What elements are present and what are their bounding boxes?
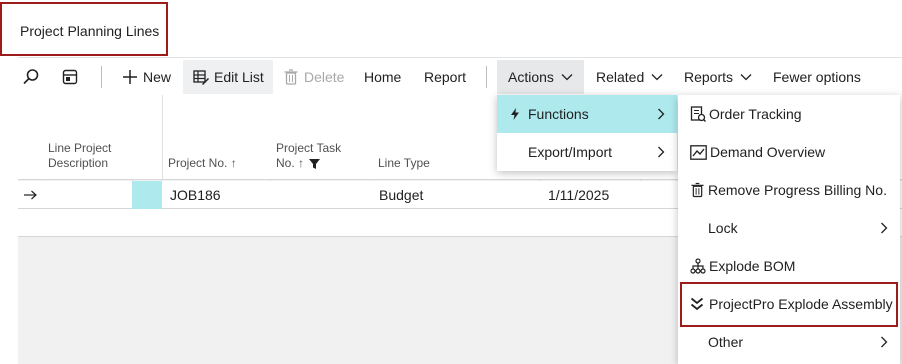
chevron-down-icon [651,74,663,81]
line-type-cell[interactable]: Budget [379,181,423,209]
menu-item-label: Order Tracking [709,106,802,122]
menu-item-label: Lock [708,220,738,236]
plus-icon [123,70,137,84]
chevron-right-icon [881,222,888,234]
page-title: Project Planning Lines [20,23,160,39]
menu-item-label: Explode BOM [709,258,796,274]
date-cell[interactable]: 1/11/2025 [548,181,609,209]
menu-item-label: Other [708,334,744,350]
chevron-down-icon [561,74,573,81]
column-header-project-no[interactable]: Project No. ↑ [168,156,237,171]
menu-item-label: Demand Overview [710,144,826,160]
order-tracking-icon [690,106,706,122]
delete-button[interactable]: Delete [284,60,344,94]
column-header-line-type[interactable]: Line Type [378,156,430,171]
search-icon [23,69,39,85]
related-label: Related [596,69,645,85]
edit-list-label: Edit List [214,69,264,85]
trash-icon [284,69,298,85]
menu-item-label: Remove Progress Billing No. [708,182,887,198]
toolbar-separator [486,66,487,88]
chevron-right-icon [881,336,888,348]
trash-icon [691,182,704,198]
project-no-cell[interactable]: JOB186 [170,181,221,209]
view-options-button[interactable] [62,60,86,94]
reports-button[interactable]: Reports [684,60,752,94]
menu-item-order-tracking[interactable]: Order Tracking [678,95,900,133]
highlight-box [680,282,898,327]
column-header-line-project-description[interactable]: Line Project Description [48,141,143,171]
actions-button[interactable]: Actions [497,60,584,94]
selected-cell[interactable] [132,181,162,209]
menu-item-lock[interactable]: Lock [678,209,900,247]
fewer-options-label: Fewer options [773,69,861,85]
chevron-right-icon [658,146,665,158]
lightning-icon [511,108,519,120]
related-button[interactable]: Related [596,60,663,94]
new-button[interactable]: New [122,60,171,94]
chevron-down-icon [740,74,752,81]
toolbar-separator [101,66,102,88]
action-bar: New Edit List Delete Home Report Actions… [18,60,902,94]
delete-label: Delete [304,69,345,85]
report-button[interactable]: Report [424,60,466,94]
actions-label: Actions [508,69,554,85]
fewer-options-button[interactable]: Fewer options [773,60,861,94]
column-header-project-task-no[interactable]: Project Task No. ↑ [276,141,356,171]
edit-list-button[interactable]: Edit List [183,60,273,94]
search-button[interactable] [22,60,46,94]
row-selected-arrow-icon [24,181,37,209]
home-label: Home [364,69,402,85]
reports-label: Reports [684,69,734,85]
home-button[interactable]: Home [364,60,401,94]
menu-item-demand-overview[interactable]: Demand Overview [678,133,900,171]
layout-icon [62,69,78,85]
menu-item-export-import[interactable]: Export/Import [497,133,677,171]
chart-icon [690,144,707,160]
new-label: New [143,69,172,85]
menu-item-label: Functions [528,106,589,122]
toolbar-divider [18,57,902,58]
page-title-box: Project Planning Lines [0,2,168,56]
menu-item-functions[interactable]: Functions [497,95,677,133]
hierarchy-icon [690,258,706,274]
menu-item-remove-progress-billing-no[interactable]: Remove Progress Billing No. [678,171,900,209]
edit-list-icon [193,70,209,85]
menu-item-explode-bom[interactable]: Explode BOM [678,247,900,285]
filter-icon [309,158,321,169]
actions-menu: Functions Export/Import [497,95,677,171]
chevron-right-icon [658,108,665,120]
menu-item-label: Export/Import [528,144,613,160]
report-label: Report [424,69,467,85]
menu-item-other[interactable]: Other [678,323,900,361]
